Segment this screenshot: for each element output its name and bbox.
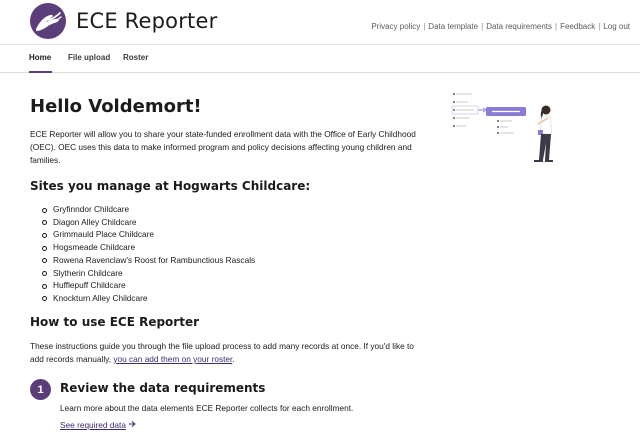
intro-text: ECE Reporter will allow you to share you… — [30, 129, 416, 165]
list-item: Gryfinndor Childcare — [42, 203, 255, 216]
sites-heading: Sites you manage at Hogwarts Childcare: — [30, 179, 311, 193]
tab-file-upload[interactable]: File upload — [68, 53, 110, 62]
active-tab-indicator — [29, 71, 52, 73]
separator: | — [598, 22, 601, 31]
how-to-end: . — [232, 354, 235, 364]
roster-link[interactable]: you can add them on your roster — [113, 354, 232, 364]
privacy-policy-link[interactable]: Privacy policy — [371, 22, 420, 31]
utility-nav: Privacy policy | Data template | Data re… — [371, 22, 630, 31]
feedback-link[interactable]: Feedback — [560, 22, 595, 31]
list-item: Rowena Ravenclaw's Roost for Rambunctiou… — [42, 254, 255, 267]
list-item: Hogsmeade Childcare — [42, 241, 255, 254]
step-title: Review the data requirements — [60, 381, 266, 395]
data-template-link[interactable]: Data template — [428, 22, 478, 31]
separator: | — [555, 22, 558, 31]
tab-home[interactable]: Home — [29, 53, 51, 62]
how-to-text: These instructions guide you through the… — [30, 340, 425, 366]
primary-tabs: Home File upload Roster — [0, 46, 640, 73]
separator: | — [481, 22, 484, 31]
page-title: Hello Voldemort! — [30, 96, 202, 117]
how-to-heading: How to use ECE Reporter — [30, 315, 200, 329]
see-required-data-label: See required data — [60, 420, 126, 430]
list-item: Hufflepuff Childcare — [42, 279, 255, 292]
list-item: Grimmauld Place Childcare — [42, 228, 255, 241]
app-logo[interactable] — [30, 3, 66, 39]
log-out-link[interactable]: Log out — [603, 22, 630, 31]
step-description: Learn more about the data elements ECE R… — [60, 403, 354, 413]
data-requirements-link[interactable]: Data requirements — [486, 22, 552, 31]
see-required-data-link[interactable]: See required data — [60, 420, 136, 430]
list-item: Knockturn Alley Childcare — [42, 292, 255, 305]
list-item: Diagon Alley Childcare — [42, 216, 255, 229]
step-number-badge: 1 — [30, 379, 51, 400]
separator: | — [423, 22, 426, 31]
app-header: ECE Reporter Privacy policy | Data templ… — [0, 0, 640, 45]
app-title[interactable]: ECE Reporter — [76, 9, 217, 33]
list-item: Slytherin Childcare — [42, 267, 255, 280]
person-with-data-illustration — [448, 88, 598, 183]
arrow-right-icon — [128, 420, 136, 430]
tab-roster[interactable]: Roster — [123, 53, 148, 62]
sites-list: Gryfinndor Childcare Diagon Alley Childc… — [42, 203, 255, 305]
hands-logo-icon — [36, 12, 62, 32]
